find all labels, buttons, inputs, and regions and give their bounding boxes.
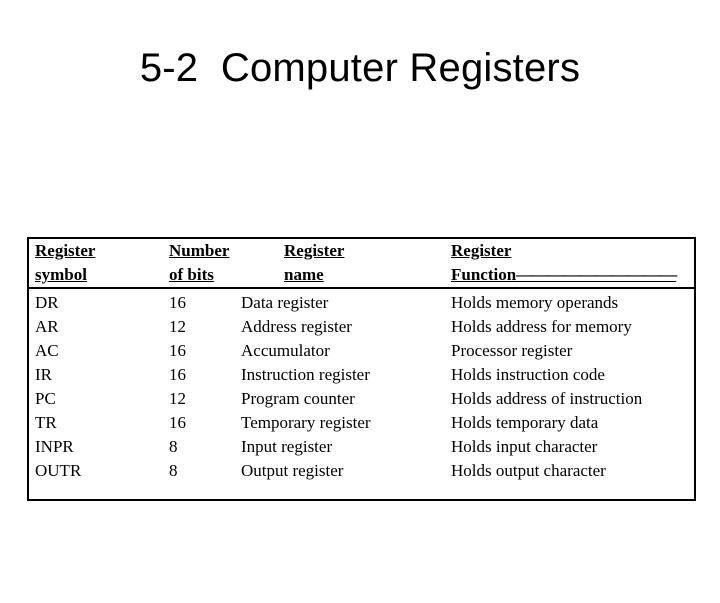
table-row: OUTR 8 Output register Holds output char… — [29, 459, 694, 483]
cell-bits: 16 — [169, 293, 186, 312]
cell-function: Processor register — [451, 341, 573, 360]
cell-function: Holds temporary data — [451, 413, 599, 432]
cell-symbol: DR — [35, 293, 59, 312]
cell-bits: 16 — [169, 365, 186, 384]
cell-symbol: AC — [35, 341, 59, 360]
cell-name: Program counter — [241, 389, 355, 408]
table-header-row-1: Register Number Register Register — [29, 239, 694, 263]
cell-symbol: INPR — [35, 437, 74, 456]
slide: 5-2 Computer Registers Register Number R… — [0, 0, 720, 540]
header-register-name-line2: name — [284, 265, 324, 284]
header-register-symbol-line1: Register — [35, 241, 96, 260]
header-register-function-line1: Register — [451, 241, 512, 260]
cell-symbol: OUTR — [35, 461, 82, 480]
table-header-row-2: symbol of bits name Function—————————— — [29, 263, 694, 287]
cell-name: Input register — [241, 437, 333, 456]
cell-name: Temporary register — [241, 413, 371, 432]
cell-bits: 16 — [169, 341, 186, 360]
cell-name: Accumulator — [241, 341, 330, 360]
table-row: DR 16 Data register Holds memory operand… — [29, 291, 694, 315]
cell-function: Holds output character — [451, 461, 606, 480]
cell-symbol: PC — [35, 389, 56, 408]
cell-name: Address register — [241, 317, 352, 336]
table-row: AR 12 Address register Holds address for… — [29, 315, 694, 339]
cell-function: Holds memory operands — [451, 293, 619, 312]
cell-bits: 12 — [169, 317, 186, 336]
cell-name: Data register — [241, 293, 329, 312]
header-number-of-bits-line1: Number — [169, 241, 230, 260]
cell-bits: 12 — [169, 389, 186, 408]
register-table: Register Number Register Register symbol… — [27, 237, 696, 501]
table-row: IR 16 Instruction register Holds instruc… — [29, 363, 694, 387]
register-table-body: Register Number Register Register symbol… — [29, 239, 694, 499]
cell-symbol: AR — [35, 317, 59, 336]
cell-bits: 8 — [169, 461, 178, 480]
table-row: PC 12 Program counter Holds address of i… — [29, 387, 694, 411]
cell-symbol: TR — [35, 413, 57, 432]
page-title: 5-2 Computer Registers — [139, 46, 581, 90]
header-register-function-line2: Function—————————— — [451, 263, 677, 287]
header-divider — [29, 287, 694, 289]
cell-function: Holds instruction code — [451, 365, 605, 384]
header-function-dashes: —————————— — [516, 265, 677, 284]
header-register-symbol-line2: symbol — [35, 265, 87, 284]
cell-function: Holds address for memory — [451, 317, 632, 336]
table-row: INPR 8 Input register Holds input charac… — [29, 435, 694, 459]
header-function-label: Function — [451, 265, 517, 284]
table-row: TR 16 Temporary register Holds temporary… — [29, 411, 694, 435]
cell-name: Instruction register — [241, 365, 370, 384]
header-register-name-line1: Register — [284, 241, 345, 260]
cell-symbol: IR — [35, 365, 52, 384]
cell-function: Holds input character — [451, 437, 598, 456]
header-number-of-bits-line2: of bits — [169, 265, 214, 284]
cell-name: Output register — [241, 461, 344, 480]
table-row: AC 16 Accumulator Processor register — [29, 339, 694, 363]
cell-function: Holds address of instruction — [451, 389, 643, 408]
cell-bits: 8 — [169, 437, 178, 456]
cell-bits: 16 — [169, 413, 186, 432]
